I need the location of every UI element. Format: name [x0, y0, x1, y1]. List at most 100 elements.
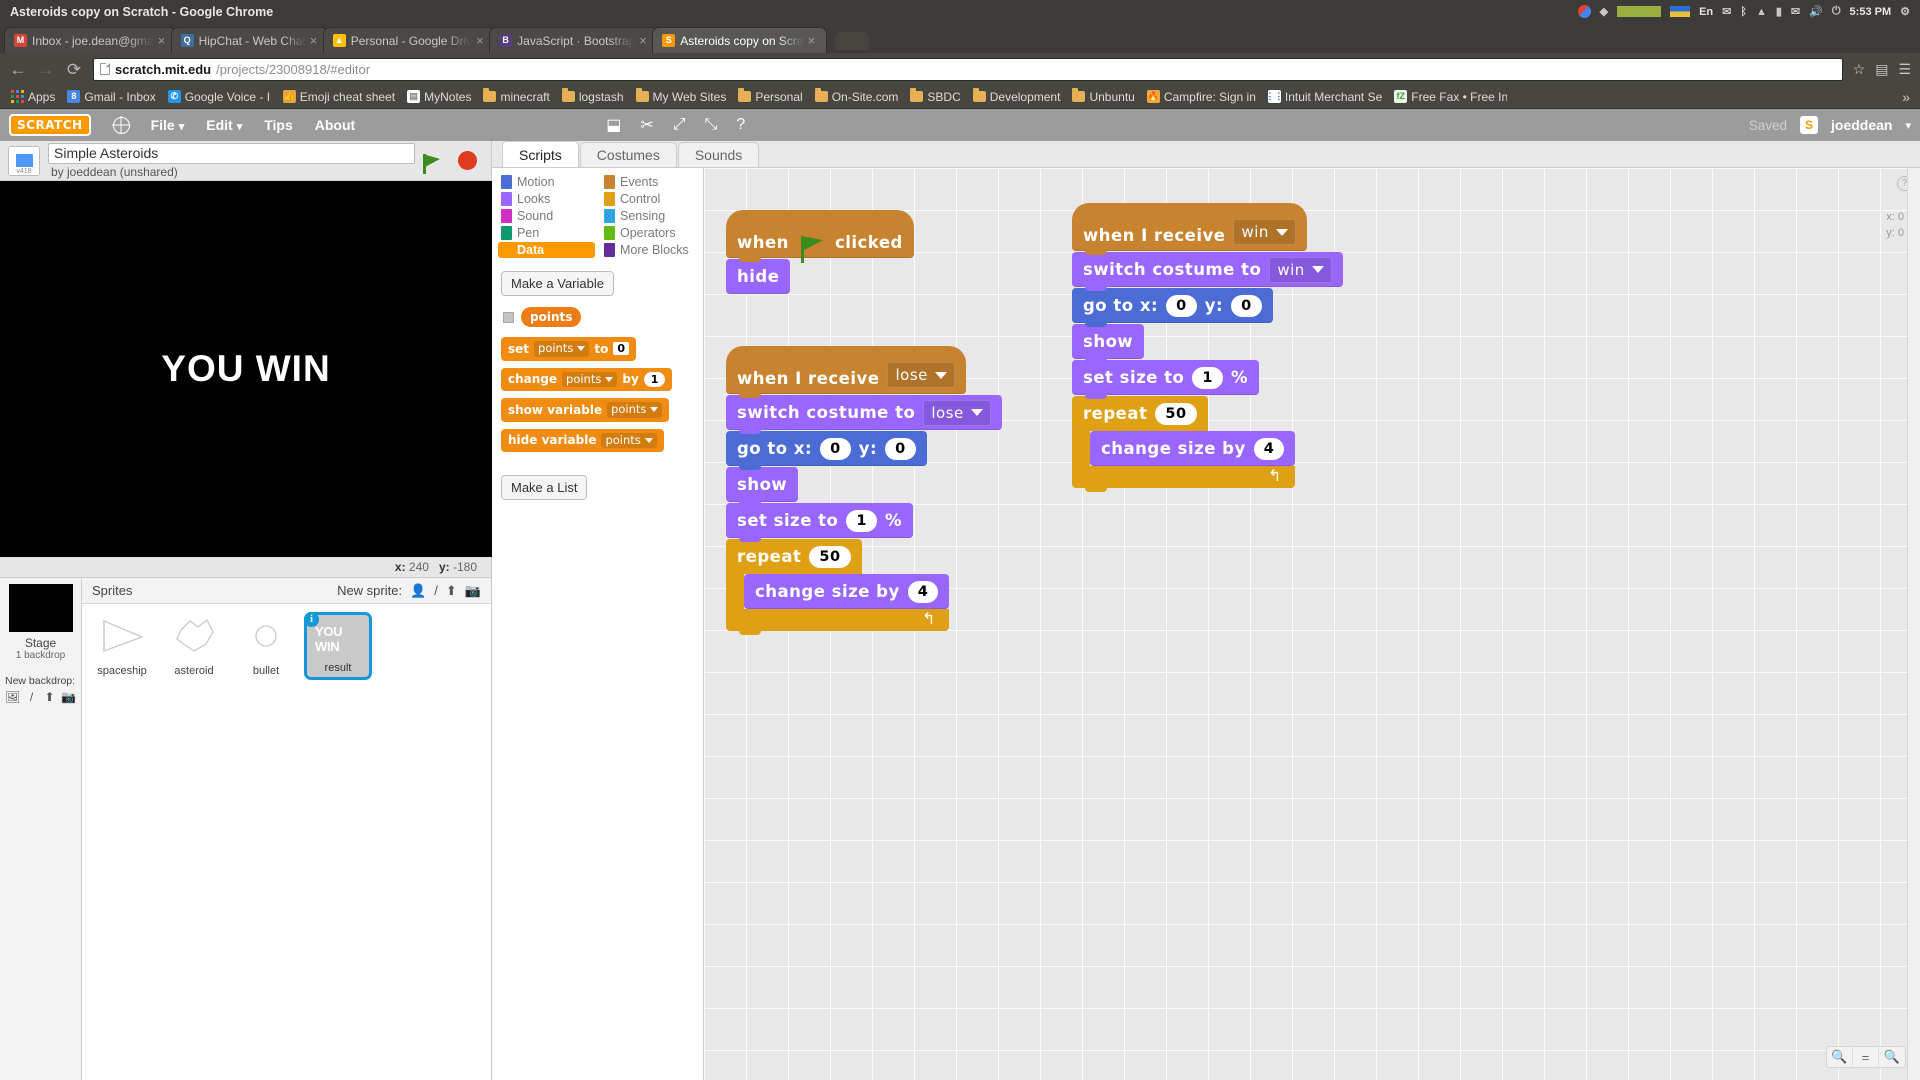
block-switch-costume-to-win[interactable]: switch costume to win	[1072, 252, 1343, 291]
bookmark-star-icon[interactable]: ☆	[1853, 61, 1866, 78]
sprite-card-spaceship[interactable]: spaceship	[88, 612, 156, 680]
browser-tab-2[interactable]: ▲ Personal - Google Driv ×	[322, 27, 496, 53]
tab-costumes[interactable]: Costumes	[579, 142, 677, 167]
category-motion[interactable]: Motion	[498, 174, 595, 190]
costume-dropdown[interactable]: win	[1269, 256, 1332, 283]
small-stage-layout-button[interactable]: v418	[8, 145, 40, 176]
script-when-i-receive-lose[interactable]: when I receive lose switch costume to lo…	[726, 346, 1002, 635]
palette-block-hide-variable[interactable]: hide variable points	[501, 428, 664, 452]
block-repeat-win[interactable]: repeat 50 change size by 4 ↰	[1072, 396, 1296, 492]
stamp-icon[interactable]: ⬓	[606, 115, 621, 135]
browser-tab-4-active[interactable]: S Asteroids copy on Scra ×	[652, 27, 827, 53]
bookmark-gmail[interactable]: 8 Gmail - Inbox	[62, 88, 160, 106]
username-label[interactable]: joeddean	[1831, 117, 1892, 133]
page-info-icon[interactable]	[100, 63, 110, 75]
tab-close-icon[interactable]: ×	[476, 33, 488, 48]
new-tab-button[interactable]	[834, 32, 869, 50]
x-input[interactable]: 0	[820, 437, 851, 460]
change-size-input[interactable]: 4	[1253, 437, 1285, 460]
scratch-logo[interactable]: SCRATCH	[9, 114, 91, 136]
scissors-icon[interactable]: ✂	[640, 115, 653, 135]
help-icon[interactable]: ?	[736, 116, 745, 134]
stage[interactable]: YOU WIN	[0, 181, 492, 557]
bookmark-logstash[interactable]: logstash	[557, 88, 629, 106]
bookmark-emoji-cheat-sheet[interactable]: 👍 Emoji cheat sheet	[278, 88, 400, 106]
repeat-header[interactable]: repeat 50	[1072, 396, 1208, 431]
bookmark-apps[interactable]: Apps	[6, 88, 60, 106]
upload-icon[interactable]: ⬆	[446, 583, 457, 599]
bookmark-my-web-sites[interactable]: My Web Sites	[631, 88, 732, 106]
browser-tab-3[interactable]: B JavaScript · Bootstrap ×	[489, 27, 659, 53]
os-tray-bluetooth-icon[interactable]: ᛒ	[1740, 6, 1747, 18]
os-tray-power-icon[interactable]: ⏻	[1832, 5, 1841, 18]
block-repeat-lose[interactable]: repeat 50 change size by 4 ↰	[726, 539, 950, 635]
os-tray-gear-icon[interactable]: ⚙	[1900, 5, 1910, 18]
stage-thumbnail[interactable]	[8, 584, 73, 632]
os-tray-graph-icon[interactable]	[1617, 6, 1662, 17]
block-hide[interactable]: hide	[726, 259, 791, 294]
x-input[interactable]: 0	[1166, 294, 1197, 317]
category-more-blocks[interactable]: More Blocks	[601, 242, 698, 258]
os-keyboard-layout[interactable]: En	[1699, 6, 1713, 18]
paint-icon[interactable]: /	[434, 583, 438, 598]
value-input[interactable]: 1	[643, 371, 666, 387]
category-sensing[interactable]: Sensing	[601, 208, 698, 224]
bookmark-intuit-merchant[interactable]: ⋮⋮ Intuit Merchant Se	[1263, 88, 1387, 106]
bookmark-sbdc[interactable]: SBDC	[905, 88, 965, 106]
forward-icon[interactable]: →	[37, 61, 55, 78]
shrink-icon[interactable]: ⤡	[705, 116, 718, 134]
variable-watcher-checkbox[interactable]	[503, 311, 514, 323]
block-when-green-flag-clicked[interactable]: when clicked	[726, 210, 914, 263]
os-tray-chrome-icon[interactable]	[1577, 5, 1591, 18]
os-clock[interactable]: 5:53 PM	[1850, 6, 1892, 18]
camera-icon[interactable]: 📷	[465, 583, 481, 599]
menu-file[interactable]: File ▾	[140, 117, 196, 133]
script-green-flag[interactable]: when clicked hide	[726, 210, 914, 295]
project-title-input[interactable]	[48, 142, 415, 164]
script-when-i-receive-win[interactable]: when I receive win switch costume to win…	[1072, 203, 1343, 492]
bookmark-minecraft[interactable]: minecraft	[478, 88, 554, 106]
category-operators[interactable]: Operators	[601, 225, 698, 241]
browser-tab-1[interactable]: Q HipChat - Web Chat ×	[170, 27, 329, 53]
os-tray-volume-icon[interactable]: 🔊	[1809, 5, 1823, 18]
size-input[interactable]: 1	[846, 509, 877, 532]
category-sound[interactable]: Sound	[498, 208, 595, 224]
camera-icon[interactable]: 📷	[61, 691, 76, 704]
variable-dropdown[interactable]: points	[607, 402, 663, 418]
extension-icon[interactable]: ▤	[1875, 61, 1888, 78]
bookmark-mynotes[interactable]: ▤ MyNotes	[402, 88, 476, 106]
chrome-menu-icon[interactable]: ☰	[1898, 61, 1911, 78]
chevron-down-icon[interactable]: ▾	[1905, 119, 1911, 132]
zoom-in-icon[interactable]: 🔍	[1879, 1047, 1905, 1067]
canvas-vertical-scrollbar[interactable]	[1907, 168, 1920, 1080]
y-input[interactable]: 0	[1231, 294, 1262, 317]
menu-about[interactable]: About	[304, 117, 366, 133]
category-control[interactable]: Control	[601, 191, 698, 207]
tab-close-icon[interactable]: ×	[158, 33, 170, 48]
block-show-win[interactable]: show	[1072, 324, 1145, 363]
block-when-i-receive-win[interactable]: when I receive win	[1072, 203, 1307, 255]
block-set-size-to-lose[interactable]: set size to 1 %	[726, 503, 914, 542]
tab-sounds[interactable]: Sounds	[677, 142, 760, 167]
bookmarks-overflow-icon[interactable]: »	[1902, 89, 1914, 105]
address-bar[interactable]: scratch.mit.edu/projects/23008918/#edito…	[93, 57, 1843, 81]
green-flag-button[interactable]	[423, 153, 440, 174]
block-set-size-to-win[interactable]: set size to 1 %	[1072, 360, 1260, 399]
back-icon[interactable]: ←	[9, 61, 27, 78]
os-tray-battery-icon[interactable]: ▮	[1776, 5, 1782, 18]
browser-tab-0[interactable]: M Inbox - joe.dean@gma ×	[4, 27, 177, 53]
sprite-card-bullet[interactable]: bullet	[232, 612, 300, 680]
sprite-card-asteroid[interactable]: asteroid	[160, 612, 228, 680]
block-go-to-xy-lose[interactable]: go to x: 0 y: 0	[726, 431, 927, 470]
block-change-size-by-win[interactable]: change size by 4	[1090, 431, 1296, 466]
category-pen[interactable]: Pen	[498, 225, 595, 241]
bookmark-campfire[interactable]: 🔥 Campfire: Sign in	[1142, 88, 1261, 106]
bookmark-development[interactable]: Development	[968, 88, 1066, 106]
menu-edit[interactable]: Edit ▾	[195, 117, 253, 133]
palette-block-change-variable[interactable]: change points by 1	[501, 367, 673, 391]
change-size-input[interactable]: 4	[907, 580, 939, 603]
os-tray-envelope-icon[interactable]: ✉	[1791, 5, 1800, 18]
bookmark-on-site-com[interactable]: On-Site.com	[810, 88, 904, 106]
size-input[interactable]: 1	[1192, 366, 1223, 389]
reload-icon[interactable]: ⟳	[65, 61, 83, 78]
